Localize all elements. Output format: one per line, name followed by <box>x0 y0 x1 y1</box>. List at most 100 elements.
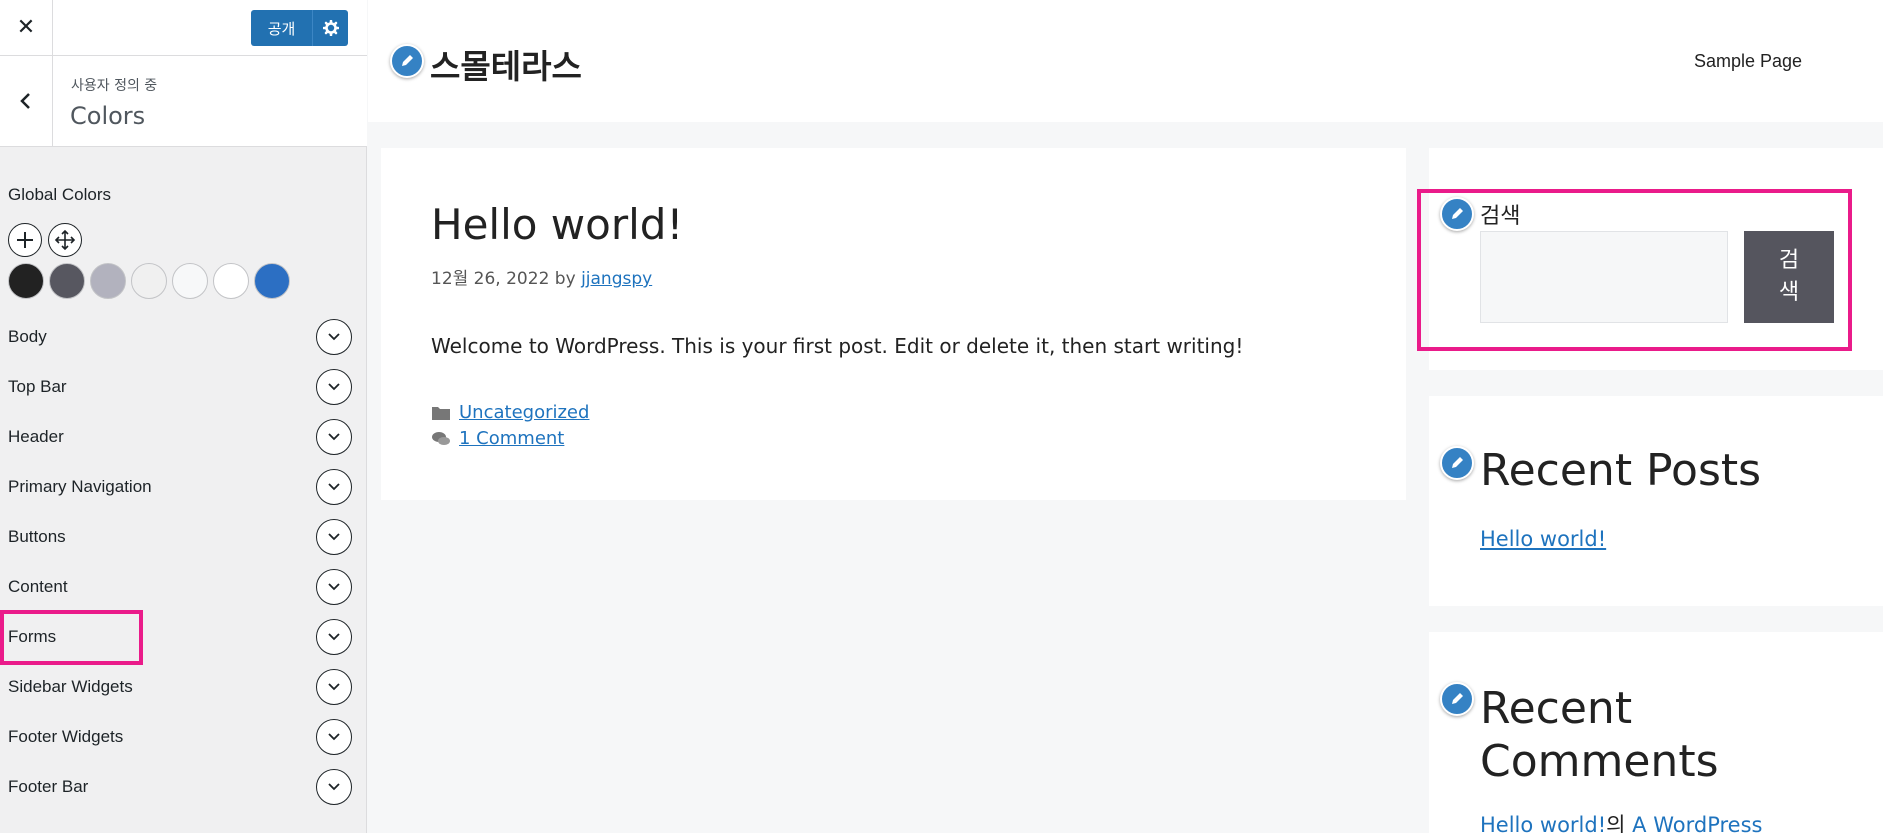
chevron-down-icon <box>328 533 340 541</box>
color-swatch[interactable] <box>172 263 208 299</box>
customizer-panel: ✕ 공개 사용자 정의 중 Colors Global Colors Body … <box>0 0 367 833</box>
add-color-button[interactable] <box>8 223 42 257</box>
section-header: 사용자 정의 중 Colors <box>0 56 367 147</box>
color-row-footer-widgets[interactable]: Footer Widgets <box>0 713 367 763</box>
color-row-buttons[interactable]: Buttons <box>0 513 367 563</box>
search-submit-button[interactable]: 검 색 <box>1744 231 1834 323</box>
color-row-footer-bar[interactable]: Footer Bar <box>0 763 367 813</box>
expand-toggle-button[interactable] <box>316 619 352 655</box>
site-title[interactable]: 스몰테라스 <box>430 40 582 88</box>
recent-comment-author-link[interactable]: A WordPress <box>1632 813 1762 833</box>
expand-toggle-button[interactable] <box>316 319 352 355</box>
comments-icon <box>432 431 450 445</box>
color-row-label: Body <box>8 327 47 346</box>
chevron-down-icon <box>328 733 340 741</box>
reorder-colors-button[interactable] <box>48 223 82 257</box>
search-widget-title: 검색 <box>1480 204 1521 229</box>
color-swatch[interactable] <box>131 263 167 299</box>
close-customizer-button[interactable]: ✕ <box>0 0 53 55</box>
color-row-label: Footer Bar <box>8 777 89 796</box>
chevron-down-icon <box>328 433 340 441</box>
recent-comment-connector: 의 <box>1606 813 1626 833</box>
edit-site-title-button[interactable] <box>390 44 424 78</box>
color-row-content[interactable]: Content <box>0 563 367 613</box>
comments-link[interactable]: 1 Comment <box>459 428 564 449</box>
color-row-top-bar[interactable]: Top Bar <box>0 363 367 413</box>
pencil-icon <box>402 55 413 66</box>
chevron-down-icon <box>328 683 340 691</box>
nav-item-sample-page[interactable]: Sample Page <box>1694 51 1802 72</box>
post-category-row: Uncategorized <box>431 402 589 423</box>
edit-recent-comments-button[interactable] <box>1440 682 1474 716</box>
edit-search-widget-button[interactable] <box>1440 197 1474 231</box>
post-meta: 12월 26, 2022 by jjangspy <box>431 264 652 289</box>
move-icon <box>54 229 76 251</box>
back-button[interactable] <box>0 56 53 146</box>
recent-comments-widget: Recent Comments Hello world!의 A WordPres… <box>1429 632 1883 833</box>
color-swatch[interactable] <box>213 263 249 299</box>
breadcrumb: 사용자 정의 중 <box>71 78 158 94</box>
post-by-label: by <box>554 269 576 289</box>
color-row-label: Header <box>8 427 64 446</box>
color-row-sidebar-widgets[interactable]: Sidebar Widgets <box>0 663 367 713</box>
recent-comment-post-link[interactable]: Hello world! <box>1480 813 1606 833</box>
publish-button-group: 공개 <box>251 10 348 46</box>
post-article: Hello world! 12월 26, 2022 by jjangspy We… <box>381 148 1406 500</box>
recent-comment-entry: Hello world!의 A WordPress <box>1480 809 1762 833</box>
expand-toggle-button[interactable] <box>316 469 352 505</box>
section-title: Colors <box>70 102 146 130</box>
post-comments-row: 1 Comment <box>431 428 564 449</box>
post-date: 12월 26, 2022 <box>431 269 550 289</box>
post-content: Welcome to WordPress. This is your first… <box>431 334 1244 358</box>
color-row-header[interactable]: Header <box>0 413 367 463</box>
chevron-down-icon <box>328 383 340 391</box>
color-row-label: Content <box>8 577 68 596</box>
search-input[interactable] <box>1480 231 1728 323</box>
expand-toggle-button[interactable] <box>316 369 352 405</box>
edit-recent-posts-button[interactable] <box>1440 446 1474 480</box>
folder-icon <box>432 406 450 420</box>
color-row-primary-navigation[interactable]: Primary Navigation <box>0 463 367 513</box>
site-header: 스몰테라스 Sample Page <box>368 0 1883 122</box>
post-title[interactable]: Hello world! <box>431 200 683 249</box>
color-swatch[interactable] <box>90 263 126 299</box>
chevron-left-icon <box>20 93 30 109</box>
recent-comments-title: Recent Comments <box>1480 683 1719 787</box>
global-colors-label: Global Colors <box>8 185 111 204</box>
expand-toggle-button[interactable] <box>316 669 352 705</box>
pencil-icon <box>1452 208 1463 219</box>
color-row-label: Forms <box>8 627 57 646</box>
color-row-label: Sidebar Widgets <box>8 677 133 696</box>
expand-toggle-button[interactable] <box>316 519 352 555</box>
color-row-label: Top Bar <box>8 377 67 396</box>
post-author-link[interactable]: jjangspy <box>581 269 652 289</box>
search-widget: 검색 검 색 <box>1429 148 1883 370</box>
color-row-label: Footer Widgets <box>8 727 124 746</box>
recent-posts-title: Recent Posts <box>1480 445 1762 496</box>
publish-button[interactable]: 공개 <box>251 10 312 46</box>
recent-post-link[interactable]: Hello world! <box>1480 527 1606 551</box>
expand-toggle-button[interactable] <box>316 769 352 805</box>
color-row-forms[interactable]: Forms <box>0 613 367 663</box>
chevron-down-icon <box>328 583 340 591</box>
color-swatch[interactable] <box>8 263 44 299</box>
expand-toggle-button[interactable] <box>316 569 352 605</box>
expand-toggle-button[interactable] <box>316 419 352 455</box>
recent-posts-widget: Recent Posts Hello world! <box>1429 396 1883 606</box>
publish-settings-button[interactable] <box>312 10 348 46</box>
color-row-body[interactable]: Body <box>0 313 367 363</box>
chevron-down-icon <box>328 633 340 641</box>
chevron-down-icon <box>328 783 340 791</box>
plus-icon <box>17 232 33 248</box>
color-row-label: Buttons <box>8 527 66 546</box>
customizer-header: ✕ 공개 <box>0 0 367 56</box>
pencil-icon <box>1452 457 1463 468</box>
category-link[interactable]: Uncategorized <box>459 402 589 423</box>
color-swatch[interactable] <box>49 263 85 299</box>
color-row-label: Primary Navigation <box>8 477 152 496</box>
gear-icon <box>322 20 339 36</box>
chevron-down-icon <box>328 483 340 491</box>
pencil-icon <box>1452 693 1463 704</box>
expand-toggle-button[interactable] <box>316 719 352 755</box>
color-swatch[interactable] <box>254 263 290 299</box>
